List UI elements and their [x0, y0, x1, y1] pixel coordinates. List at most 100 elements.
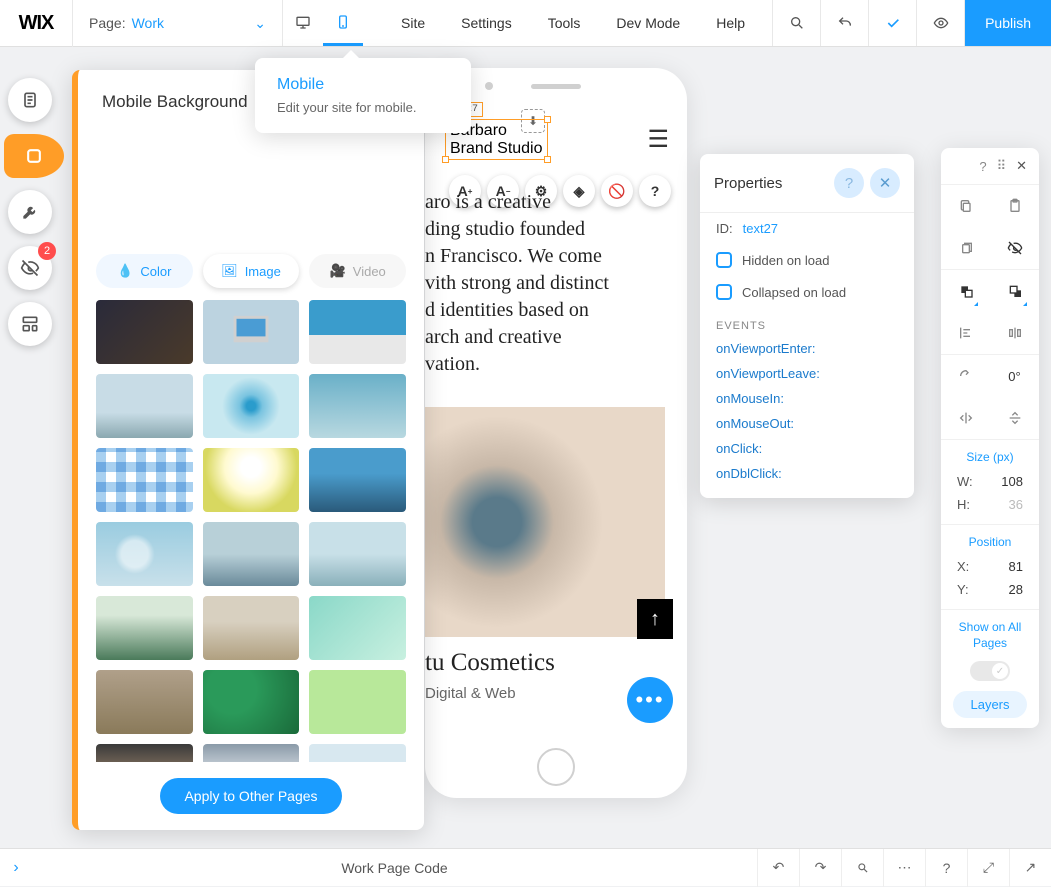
bg-thumb[interactable] [96, 300, 193, 364]
menu-tools[interactable]: Tools [530, 0, 599, 46]
resize-handle[interactable] [544, 156, 551, 163]
bg-thumb[interactable] [203, 596, 300, 660]
bg-thumb[interactable] [96, 670, 193, 734]
bg-thumb[interactable] [96, 596, 193, 660]
close-icon[interactable]: ✕ [1016, 158, 1027, 174]
scroll-top-button[interactable]: ↑ [637, 599, 673, 639]
collapsed-checkbox[interactable] [716, 284, 732, 300]
resize-handle[interactable] [544, 116, 551, 123]
height-value[interactable]: 36 [1009, 497, 1023, 512]
publish-button[interactable]: Publish [964, 0, 1051, 46]
bg-thumb[interactable] [203, 670, 300, 734]
preview-button[interactable] [916, 0, 964, 46]
bg-thumb[interactable] [96, 744, 193, 762]
bg-thumb[interactable] [309, 522, 406, 586]
bg-thumb[interactable] [309, 596, 406, 660]
close-icon[interactable]: ✕ [870, 168, 900, 198]
copy-button[interactable] [941, 185, 990, 227]
event-item[interactable]: onMouseOut: [700, 411, 914, 436]
redo-code-button[interactable]: ↷ [799, 849, 841, 887]
bg-thumb[interactable] [203, 522, 300, 586]
arrange-forward-button[interactable] [941, 270, 990, 312]
expand-code-button[interactable]: › [0, 859, 32, 877]
undo-button[interactable] [820, 0, 868, 46]
resize-handle[interactable] [442, 156, 449, 163]
event-item[interactable]: onViewportEnter: [700, 336, 914, 361]
page-selector[interactable]: Page: Work ⌄ [73, 0, 283, 46]
distribute-button[interactable] [990, 312, 1039, 354]
align-left-button[interactable] [941, 312, 990, 354]
bg-thumb[interactable] [203, 744, 300, 762]
bg-thumb[interactable] [309, 744, 406, 762]
pages-button[interactable] [8, 78, 52, 122]
layers-button[interactable]: Layers [953, 691, 1027, 718]
menu-site[interactable]: Site [383, 0, 443, 46]
save-button[interactable] [868, 0, 916, 46]
hide-element-button[interactable] [990, 227, 1039, 269]
tab-color[interactable]: 💧Color [96, 254, 193, 288]
quick-actions-fab[interactable]: ••• [627, 677, 673, 723]
more-code-button[interactable]: ⋯ [883, 849, 925, 887]
mobile-view-button[interactable] [323, 0, 363, 46]
id-label: ID: [716, 221, 733, 236]
layout-button[interactable] [8, 302, 52, 346]
properties-panel: Properties ? ✕ ID:text27 Hidden on load … [700, 154, 914, 498]
bg-thumb[interactable] [309, 300, 406, 364]
bg-thumb[interactable] [309, 374, 406, 438]
id-value[interactable]: text27 [743, 221, 778, 236]
help-button[interactable]: ? [639, 175, 671, 207]
background-button[interactable] [4, 134, 64, 178]
right-toolbar: ? ⠿ ✕ 0° Size (px) W:108 H:36 Position X… [941, 148, 1039, 728]
menu-devmode[interactable]: Dev Mode [598, 0, 698, 46]
arrange-backward-button[interactable] [990, 270, 1039, 312]
search-button[interactable] [772, 0, 820, 46]
x-value[interactable]: 81 [1009, 559, 1023, 574]
hidden-checkbox[interactable] [716, 252, 732, 268]
drag-handle-icon[interactable]: ⠿ [997, 158, 1007, 174]
y-value[interactable]: 28 [1009, 582, 1023, 597]
bg-thumb[interactable] [96, 448, 193, 512]
width-value[interactable]: 108 [1001, 474, 1023, 489]
code-help-button[interactable]: ? [925, 849, 967, 887]
bg-thumb[interactable] [203, 300, 300, 364]
event-item[interactable]: onDblClick: [700, 461, 914, 486]
menu-settings[interactable]: Settings [443, 0, 530, 46]
paste-button[interactable] [990, 185, 1039, 227]
expand-full-button[interactable]: ⤢ [967, 849, 1009, 887]
duplicate-button[interactable] [941, 227, 990, 269]
bg-thumb[interactable] [203, 374, 300, 438]
phone-camera [485, 82, 493, 90]
collapsed-label: Collapsed on load [742, 285, 846, 300]
rotate-button[interactable] [941, 355, 990, 397]
help-icon[interactable]: ? [834, 168, 864, 198]
apply-to-pages-button[interactable]: Apply to Other Pages [160, 778, 341, 814]
tab-video[interactable]: 🎥Video [309, 254, 406, 288]
help-icon[interactable]: ? [979, 159, 986, 174]
event-item[interactable]: onClick: [700, 436, 914, 461]
bg-thumb[interactable] [96, 374, 193, 438]
flip-vertical-button[interactable] [990, 397, 1039, 439]
tab-image[interactable]: 🖼Image [203, 254, 300, 288]
show-on-all-pages-toggle[interactable] [970, 661, 1010, 681]
code-panel-label[interactable]: Work Page Code [32, 860, 757, 876]
search-code-button[interactable] [841, 849, 883, 887]
bg-thumb[interactable] [96, 522, 193, 586]
menu-icon[interactable]: ☰ [647, 125, 669, 154]
flip-horizontal-button[interactable] [941, 397, 990, 439]
hidden-label: Hidden on load [742, 253, 829, 268]
event-item[interactable]: onMouseIn: [700, 386, 914, 411]
bg-thumb[interactable] [309, 448, 406, 512]
external-button[interactable]: ↗ [1009, 849, 1051, 887]
preview-screen[interactable]: xt27 ⬇ BarbaroBrand Studio ☰ A+ A− ⚙ ◈ 🚫… [425, 107, 687, 747]
menu-help[interactable]: Help [698, 0, 763, 46]
bg-thumb[interactable] [203, 448, 300, 512]
tooltip-title: Mobile [277, 76, 449, 94]
tools-button[interactable] [8, 190, 52, 234]
undo-code-button[interactable]: ↶ [757, 849, 799, 887]
desktop-view-button[interactable] [283, 0, 323, 46]
event-item[interactable]: onViewportLeave: [700, 361, 914, 386]
hidden-elements-button[interactable]: 2 [8, 246, 52, 290]
angle-value[interactable]: 0° [990, 355, 1039, 397]
device-toggle [283, 0, 363, 46]
bg-thumb[interactable] [309, 670, 406, 734]
